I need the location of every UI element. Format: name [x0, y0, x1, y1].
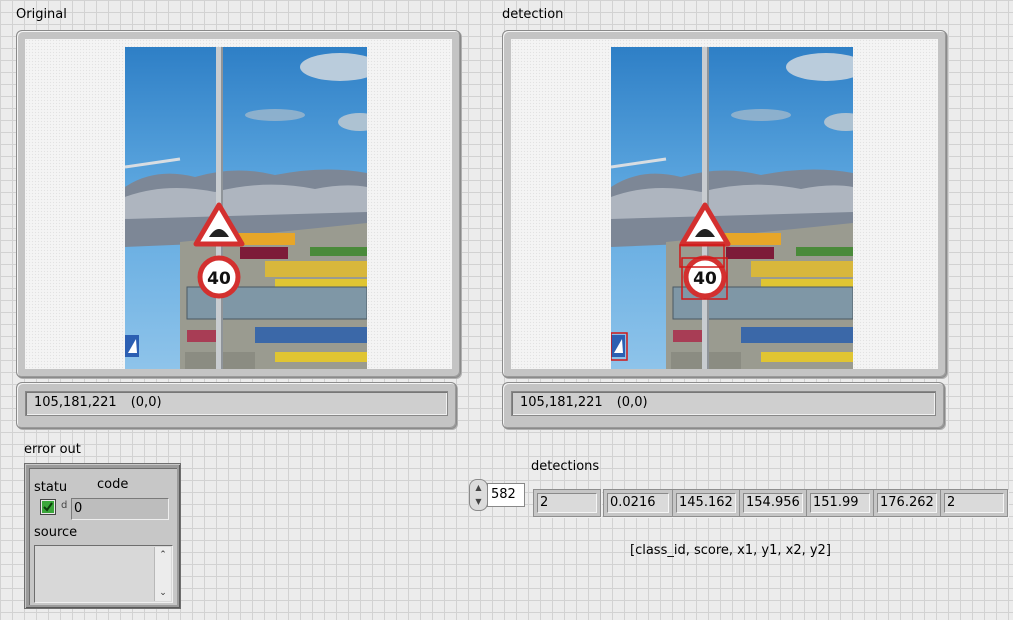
error-out-cluster: statu code d 0 source ⌃ ⌄ [24, 463, 181, 609]
detection-sign-text: 40 [693, 269, 717, 289]
original-image-display[interactable]: 40 [16, 30, 461, 378]
detection-photo: 40 [611, 47, 853, 369]
detection-image-display[interactable]: 40 [502, 30, 947, 378]
detection-y2-value[interactable]: 176.262 [877, 493, 937, 513]
detection-value-cell[interactable]: 154.956 [739, 489, 807, 517]
original-label: Original [16, 7, 67, 22]
detection-x1-value[interactable]: 145.162 [676, 493, 736, 513]
original-image-canvas[interactable]: 40 [25, 39, 452, 369]
detection-value-cell[interactable]: 2 [533, 489, 601, 517]
error-status-checkbox[interactable] [40, 499, 56, 515]
original-pixel-value: 105,181,221 [34, 395, 117, 410]
detection-value-cell[interactable]: 0.0216 [603, 489, 673, 517]
detection-extra-value[interactable]: 2 [944, 493, 1004, 513]
detection-pixel-info: 105,181,221 (0,0) [511, 391, 936, 416]
original-pixel-info: 105,181,221 (0,0) [25, 391, 448, 416]
error-out-label: error out [24, 442, 81, 457]
original-road-sign-photo: 40 [125, 47, 367, 369]
detection-value-cell[interactable]: 151.99 [806, 489, 874, 517]
detection-value-cell[interactable]: 145.162 [672, 489, 740, 517]
detection-image-canvas[interactable]: 40 [511, 39, 938, 369]
scroll-up-icon[interactable]: ⌃ [155, 549, 171, 561]
error-status-label: statu [34, 480, 68, 495]
error-out-panel: statu code d 0 source ⌃ ⌄ [29, 468, 177, 605]
source-scrollbar[interactable]: ⌃ ⌄ [154, 547, 171, 601]
error-source-textarea[interactable]: ⌃ ⌄ [34, 545, 173, 603]
detections-label: detections [531, 459, 600, 474]
detection-y1-value[interactable]: 154.956 [743, 493, 803, 513]
index-up-icon[interactable]: ▲ [470, 481, 487, 494]
detection-road-sign-photo: 40 [611, 47, 853, 369]
original-info-frame: 105,181,221 (0,0) [16, 382, 457, 429]
original-pixel-coords: (0,0) [130, 395, 162, 410]
detection-value-cell[interactable]: 2 [940, 489, 1008, 517]
check-icon [42, 501, 54, 513]
index-down-icon[interactable]: ▼ [470, 495, 487, 508]
detection-x2-value[interactable]: 151.99 [810, 493, 870, 513]
code-increment-icon[interactable]: d [61, 499, 71, 513]
index-stepper[interactable]: ▲ ▼ [469, 479, 488, 511]
error-code-label: code [97, 477, 129, 492]
detection-pixel-coords: (0,0) [616, 395, 648, 410]
detection-pixel-value: 105,181,221 [520, 395, 603, 410]
error-code-field[interactable]: 0 [71, 498, 169, 520]
detection-info-frame: 105,181,221 (0,0) [502, 382, 945, 429]
original-photo: 40 [125, 47, 367, 369]
detections-caption: [class_id, score, x1, y1, x2, y2] [630, 543, 831, 558]
detection-score-value[interactable]: 0.0216 [607, 493, 669, 513]
detection-label: detection [502, 7, 564, 22]
error-source-label: source [34, 525, 78, 540]
detection-class-id-value[interactable]: 2 [537, 493, 597, 513]
detection-value-cell[interactable]: 176.262 [873, 489, 941, 517]
original-sign-text: 40 [207, 269, 231, 289]
scroll-down-icon[interactable]: ⌄ [155, 587, 171, 599]
array-index-field[interactable]: 582 [487, 483, 525, 507]
